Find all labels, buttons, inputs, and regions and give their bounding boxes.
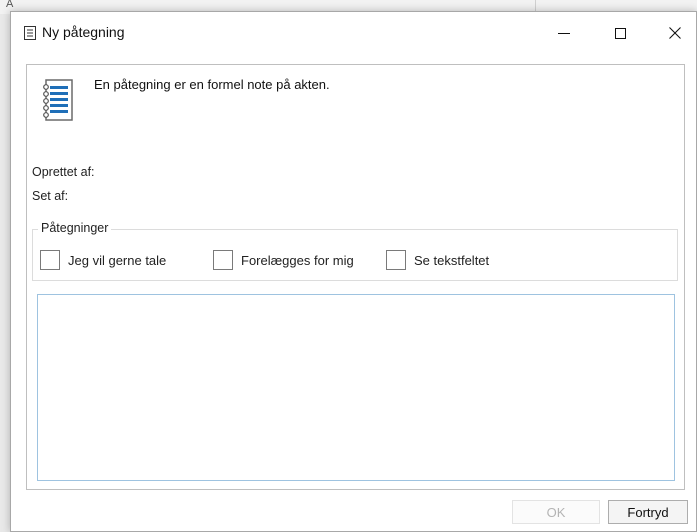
notebook-icon [43,79,73,121]
checkbox-forelaegges-for-mig[interactable]: Forelægges for mig [213,249,354,271]
title-bar[interactable]: Ny påtegning [11,12,696,54]
minimize-button[interactable] [541,12,587,54]
intro-text: En påtegning er en formel note på akten. [94,77,330,92]
content-panel: En påtegning er en formel note på akten.… [26,64,685,490]
maximize-button[interactable] [597,12,643,54]
window-title: Ny påtegning [42,24,125,40]
created-by-label: Oprettet af: [32,165,95,179]
checkbox-se-tekstfeltet[interactable]: Se tekstfeltet [386,249,489,271]
annotations-group: Påtegninger Jeg vil gerne tale Forelægge… [32,221,678,281]
checkbox-label[interactable]: Jeg vil gerne tale [68,253,166,268]
cancel-button[interactable]: Fortryd [608,500,688,524]
seen-by-label: Set af: [32,189,69,203]
background-text: A [6,0,14,10]
checkbox-box[interactable] [40,250,60,270]
checkbox-jeg-vil-gerne-tale[interactable]: Jeg vil gerne tale [40,249,166,271]
minimize-icon [558,32,570,34]
note-textarea[interactable] [37,294,675,481]
notes-icon [24,26,36,40]
close-icon [669,27,681,39]
maximize-icon [614,27,626,39]
annotations-group-legend: Påtegninger [38,221,112,235]
checkbox-box[interactable] [386,250,406,270]
ok-button[interactable]: OK [512,500,600,524]
checkbox-box[interactable] [213,250,233,270]
checkbox-label[interactable]: Forelægges for mig [241,253,354,268]
dialog-window: Ny påtegning En påtegning er en formel n… [10,11,697,532]
close-button[interactable] [652,12,697,54]
checkbox-label[interactable]: Se tekstfeltet [414,253,489,268]
